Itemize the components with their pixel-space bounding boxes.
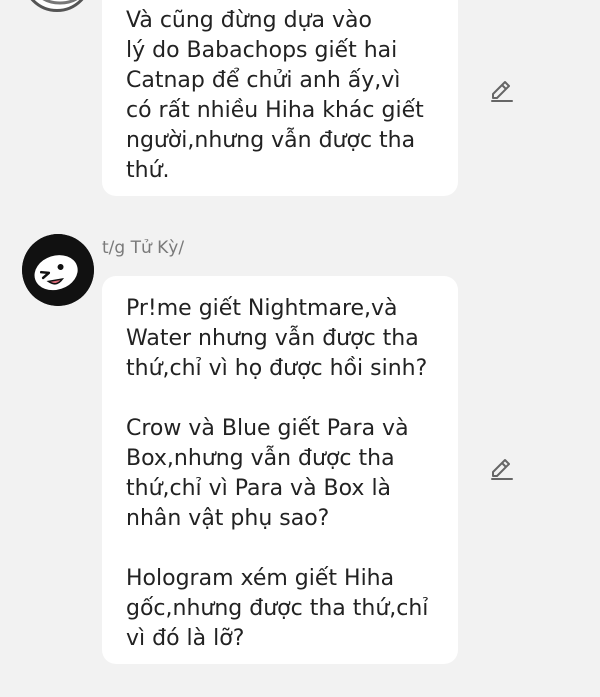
avatar-image [42, 0, 78, 5]
message-bubble: Và cũng đừng dựa vào lý do Babachops giế… [102, 0, 458, 196]
message-paragraph: Hologram xém giết Hiha gốc,nhưng được th… [126, 566, 429, 651]
previous-author-avatar[interactable] [22, 0, 92, 12]
pencil-edit-icon[interactable] [489, 78, 515, 104]
avatar-image [22, 234, 94, 306]
message-text: Và cũng đừng dựa vào lý do Babachops giế… [126, 8, 424, 183]
author-name[interactable]: t/g Tử Kỳ/ [102, 238, 184, 258]
pencil-edit-icon[interactable] [489, 456, 515, 482]
author-avatar[interactable] [22, 234, 94, 306]
message-paragraph: Crow và Blue giết Para và Box,nhưng vẫn … [126, 416, 409, 531]
message-paragraph: Pr!me giết Nightmare,và Water nhưng vẫn … [126, 296, 428, 381]
message-bubble: Pr!me giết Nightmare,và Water nhưng vẫn … [102, 276, 458, 664]
